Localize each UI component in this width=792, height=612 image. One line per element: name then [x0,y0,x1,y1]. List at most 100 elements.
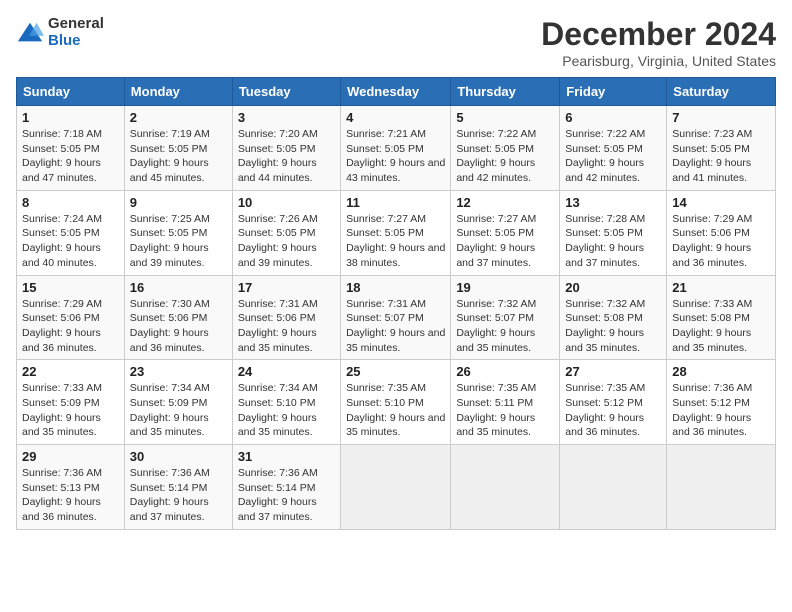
day-info: Sunrise: 7:27 AMSunset: 5:05 PMDaylight:… [346,213,445,269]
subtitle: Pearisburg, Virginia, United States [541,53,776,69]
table-cell: 4 Sunrise: 7:21 AMSunset: 5:05 PMDayligh… [341,106,451,191]
day-number: 28 [672,364,770,379]
table-cell: 9 Sunrise: 7:25 AMSunset: 5:05 PMDayligh… [124,190,232,275]
day-number: 4 [346,110,445,125]
day-info: Sunrise: 7:36 AMSunset: 5:14 PMDaylight:… [130,467,210,523]
table-cell: 23 Sunrise: 7:34 AMSunset: 5:09 PMDaylig… [124,360,232,445]
table-cell: 6 Sunrise: 7:22 AMSunset: 5:05 PMDayligh… [560,106,667,191]
table-cell: 7 Sunrise: 7:23 AMSunset: 5:05 PMDayligh… [667,106,776,191]
table-cell: 27 Sunrise: 7:35 AMSunset: 5:12 PMDaylig… [560,360,667,445]
day-info: Sunrise: 7:34 AMSunset: 5:09 PMDaylight:… [130,382,210,438]
table-cell: 28 Sunrise: 7:36 AMSunset: 5:12 PMDaylig… [667,360,776,445]
day-info: Sunrise: 7:30 AMSunset: 5:06 PMDaylight:… [130,298,210,354]
day-number: 12 [456,195,554,210]
table-cell: 3 Sunrise: 7:20 AMSunset: 5:05 PMDayligh… [232,106,340,191]
table-cell: 16 Sunrise: 7:30 AMSunset: 5:06 PMDaylig… [124,275,232,360]
day-number: 16 [130,280,227,295]
day-number: 20 [565,280,661,295]
title-area: December 2024 Pearisburg, Virginia, Unit… [541,16,776,69]
day-number: 24 [238,364,335,379]
calendar-row: 22 Sunrise: 7:33 AMSunset: 5:09 PMDaylig… [17,360,776,445]
calendar-row: 29 Sunrise: 7:36 AMSunset: 5:13 PMDaylig… [17,445,776,530]
day-info: Sunrise: 7:36 AMSunset: 5:13 PMDaylight:… [22,467,102,523]
header-thursday: Thursday [451,78,560,106]
table-cell: 15 Sunrise: 7:29 AMSunset: 5:06 PMDaylig… [17,275,125,360]
table-cell: 17 Sunrise: 7:31 AMSunset: 5:06 PMDaylig… [232,275,340,360]
day-number: 29 [22,449,119,464]
day-number: 15 [22,280,119,295]
table-cell: 2 Sunrise: 7:19 AMSunset: 5:05 PMDayligh… [124,106,232,191]
day-info: Sunrise: 7:19 AMSunset: 5:05 PMDaylight:… [130,128,210,184]
day-info: Sunrise: 7:32 AMSunset: 5:07 PMDaylight:… [456,298,536,354]
main-title: December 2024 [541,16,776,53]
day-info: Sunrise: 7:35 AMSunset: 5:12 PMDaylight:… [565,382,645,438]
day-info: Sunrise: 7:36 AMSunset: 5:12 PMDaylight:… [672,382,752,438]
table-cell: 25 Sunrise: 7:35 AMSunset: 5:10 PMDaylig… [341,360,451,445]
day-number: 1 [22,110,119,125]
day-number: 25 [346,364,445,379]
day-number: 26 [456,364,554,379]
day-number: 5 [456,110,554,125]
day-number: 8 [22,195,119,210]
day-info: Sunrise: 7:22 AMSunset: 5:05 PMDaylight:… [456,128,536,184]
logo-blue: Blue [48,33,104,50]
table-cell: 31 Sunrise: 7:36 AMSunset: 5:14 PMDaylig… [232,445,340,530]
header-monday: Monday [124,78,232,106]
day-info: Sunrise: 7:35 AMSunset: 5:10 PMDaylight:… [346,382,445,438]
day-number: 7 [672,110,770,125]
header-sunday: Sunday [17,78,125,106]
logo-general: General [48,16,104,33]
day-number: 2 [130,110,227,125]
header-wednesday: Wednesday [341,78,451,106]
day-number: 18 [346,280,445,295]
day-number: 6 [565,110,661,125]
day-number: 9 [130,195,227,210]
day-number: 19 [456,280,554,295]
header: General Blue December 2024 Pearisburg, V… [16,16,776,69]
table-cell: 26 Sunrise: 7:35 AMSunset: 5:11 PMDaylig… [451,360,560,445]
table-cell: 1 Sunrise: 7:18 AMSunset: 5:05 PMDayligh… [17,106,125,191]
day-number: 23 [130,364,227,379]
table-cell: 19 Sunrise: 7:32 AMSunset: 5:07 PMDaylig… [451,275,560,360]
day-info: Sunrise: 7:36 AMSunset: 5:14 PMDaylight:… [238,467,318,523]
header-saturday: Saturday [667,78,776,106]
header-friday: Friday [560,78,667,106]
day-number: 31 [238,449,335,464]
day-info: Sunrise: 7:33 AMSunset: 5:09 PMDaylight:… [22,382,102,438]
table-cell: 21 Sunrise: 7:33 AMSunset: 5:08 PMDaylig… [667,275,776,360]
table-cell: 8 Sunrise: 7:24 AMSunset: 5:05 PMDayligh… [17,190,125,275]
table-cell [451,445,560,530]
day-info: Sunrise: 7:25 AMSunset: 5:05 PMDaylight:… [130,213,210,269]
header-tuesday: Tuesday [232,78,340,106]
table-cell [341,445,451,530]
table-cell: 20 Sunrise: 7:32 AMSunset: 5:08 PMDaylig… [560,275,667,360]
day-info: Sunrise: 7:27 AMSunset: 5:05 PMDaylight:… [456,213,536,269]
table-cell: 11 Sunrise: 7:27 AMSunset: 5:05 PMDaylig… [341,190,451,275]
table-cell: 10 Sunrise: 7:26 AMSunset: 5:05 PMDaylig… [232,190,340,275]
table-cell: 22 Sunrise: 7:33 AMSunset: 5:09 PMDaylig… [17,360,125,445]
calendar-row: 1 Sunrise: 7:18 AMSunset: 5:05 PMDayligh… [17,106,776,191]
day-info: Sunrise: 7:31 AMSunset: 5:07 PMDaylight:… [346,298,445,354]
day-number: 21 [672,280,770,295]
day-info: Sunrise: 7:28 AMSunset: 5:05 PMDaylight:… [565,213,645,269]
day-info: Sunrise: 7:32 AMSunset: 5:08 PMDaylight:… [565,298,645,354]
table-cell: 5 Sunrise: 7:22 AMSunset: 5:05 PMDayligh… [451,106,560,191]
day-info: Sunrise: 7:34 AMSunset: 5:10 PMDaylight:… [238,382,318,438]
logo-icon [16,19,44,47]
calendar-row: 8 Sunrise: 7:24 AMSunset: 5:05 PMDayligh… [17,190,776,275]
table-cell: 30 Sunrise: 7:36 AMSunset: 5:14 PMDaylig… [124,445,232,530]
day-number: 27 [565,364,661,379]
table-cell: 14 Sunrise: 7:29 AMSunset: 5:06 PMDaylig… [667,190,776,275]
table-cell: 24 Sunrise: 7:34 AMSunset: 5:10 PMDaylig… [232,360,340,445]
calendar-row: 15 Sunrise: 7:29 AMSunset: 5:06 PMDaylig… [17,275,776,360]
day-number: 22 [22,364,119,379]
day-info: Sunrise: 7:18 AMSunset: 5:05 PMDaylight:… [22,128,102,184]
day-info: Sunrise: 7:31 AMSunset: 5:06 PMDaylight:… [238,298,318,354]
day-number: 13 [565,195,661,210]
day-info: Sunrise: 7:29 AMSunset: 5:06 PMDaylight:… [672,213,752,269]
day-number: 30 [130,449,227,464]
day-number: 14 [672,195,770,210]
day-info: Sunrise: 7:20 AMSunset: 5:05 PMDaylight:… [238,128,318,184]
day-info: Sunrise: 7:33 AMSunset: 5:08 PMDaylight:… [672,298,752,354]
table-cell: 12 Sunrise: 7:27 AMSunset: 5:05 PMDaylig… [451,190,560,275]
